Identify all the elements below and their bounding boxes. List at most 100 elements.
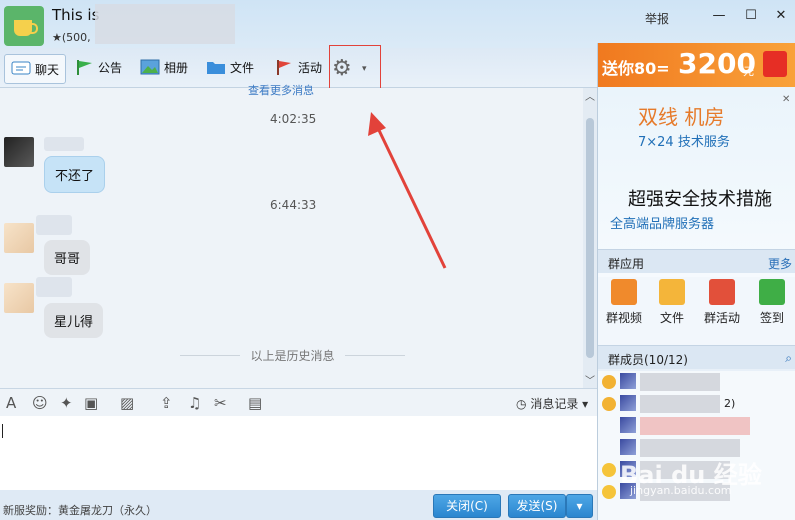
right-panel: 送你80= 3200 元 双线 机房 7×24 技术服务 超强安全技术措施 全高… [597,43,795,520]
group-apps-header: 群应用 更多 [598,249,795,273]
sender-avatar[interactable] [4,283,34,313]
maximize-button[interactable]: ☐ [740,8,762,26]
chat-message-area[interactable] [0,88,583,388]
chat-scrollbar[interactable]: ︿ ﹀ [583,88,597,388]
app-label: 签到 [759,311,784,325]
tab-album[interactable]: 相册 [140,58,188,76]
app-label: 文件 [659,311,684,325]
image-icon[interactable]: ▨ [120,394,134,412]
sender-avatar[interactable] [4,223,34,253]
star-icon [602,485,616,499]
baidu-watermark-url: jingyan.baidu.com [630,484,732,497]
tab-album-label: 相册 [164,60,189,75]
member-partial-text: 2) [724,397,736,410]
app-sign-in[interactable]: 签到 [750,279,794,326]
reward-notice[interactable]: 新服奖励：黄金屠龙刀（永久） [3,502,157,518]
app-label: 群活动 [703,311,740,325]
message-timestamp: 6:44:33 [270,198,317,212]
redacted-sender-name [36,277,72,297]
star-icon [602,463,616,477]
album-icon [140,59,160,75]
scroll-down-icon[interactable]: ﹀ [585,372,595,387]
group-members-title: 群成员(10/12) [608,353,688,367]
input-toolbar: A ☺ ✦ ▣ ▨ ⇪ ♫ ✂ ▤ ◷ 消息记录 ▾ [0,388,597,416]
clock-icon: ◷ [516,397,527,411]
group-subtitle: ★(500, [52,31,91,44]
owner-icon [602,375,616,389]
minimize-button[interactable]: — [708,8,730,26]
redacted-member [640,373,720,391]
music-icon[interactable]: ♫ [188,394,201,412]
tab-announcement[interactable]: 公告 [74,58,122,76]
ad-top-unit: 元 [743,65,754,78]
group-apps-more-link[interactable]: 更多 [768,255,792,272]
close-button[interactable]: 关闭(C) [433,494,501,518]
tab-files-label: 文件 [230,60,255,75]
tab-chat[interactable]: 聊天 [4,54,67,84]
send-options-caret[interactable]: ▾ [566,494,593,518]
tab-announcement-label: 公告 [98,60,123,75]
tab-files[interactable]: 文件 [206,58,254,76]
app-label: 群视频 [605,311,642,325]
admin-icon [602,397,616,411]
chat-icon [11,61,31,75]
font-icon[interactable]: A [6,394,16,412]
message-bubble: 星儿得 [44,303,104,338]
group-members-list[interactable]: 2) [598,371,795,520]
app-files[interactable]: 文件 [650,279,694,326]
message-bubble: 不还了 [44,156,106,193]
app-group-activity[interactable]: 群活动 [700,279,744,326]
folder-icon [207,62,225,74]
group-avatar[interactable] [4,6,44,46]
ad-headline: 双线 机房 [638,105,725,129]
ad-service: 7×24 技术服务 [638,135,730,150]
sender-avatar[interactable] [4,137,34,167]
member-avatar [620,395,636,411]
tab-activity-label: 活动 [298,60,323,75]
redacted-member [640,395,720,413]
flag-red-icon [277,60,291,75]
cup-icon [14,20,38,36]
report-link[interactable]: 举报 [645,10,669,27]
send-button[interactable]: 发送(S) [508,494,566,518]
member-row[interactable] [602,417,792,439]
magic-icon[interactable]: ✦ [60,394,73,412]
member-row[interactable] [602,373,792,395]
message-input[interactable] [0,416,597,490]
member-avatar [620,417,636,433]
screen-icon[interactable]: ▤ [248,394,262,412]
ad-top-text: 送你80= [602,59,670,78]
scroll-up-icon[interactable]: ︿ [585,88,595,103]
redacted-sender-name [36,215,72,235]
message-history-caret: ▾ [582,397,589,411]
activity-icon [709,279,735,305]
view-more-messages-link[interactable]: 查看更多消息 [248,82,314,98]
camera-icon [611,279,637,305]
group-apps: 群视频 文件 群活动 签到 [598,277,795,347]
title-bar: This is ★(500, 举报 — ☐ ✕ [0,0,795,48]
redacted-sender-name [44,137,84,151]
message-history-label: 消息记录 [530,397,579,411]
ad-banner-top[interactable]: 送你80= 3200 元 [598,43,795,87]
gift-icon[interactable]: ▣ [84,394,98,412]
member-row[interactable]: 2) [602,395,792,417]
flag-green-icon [77,60,92,75]
emoji-icon[interactable]: ☺ [32,394,48,412]
group-name: This is [52,6,100,24]
message-timestamp: 4:02:35 [270,112,317,126]
group-members-header: 群成员(10/12) ⌕ [598,345,795,369]
scissors-icon[interactable]: ✂ [214,394,227,412]
upload-icon[interactable]: ⇪ [160,394,173,412]
history-separator: 以上是历史消息 [180,347,405,364]
ad-security: 超强安全技术措施 [628,189,772,210]
member-search-icon[interactable]: ⌕ [785,351,792,366]
app-group-video[interactable]: 群视频 [602,279,646,326]
ad-close-icon[interactable]: ✕ [782,94,790,105]
message-history-button[interactable]: ◷ 消息记录 ▾ [516,395,588,412]
group-apps-title: 群应用 [608,257,645,271]
close-window-button[interactable]: ✕ [770,8,792,26]
scroll-thumb[interactable] [586,118,594,358]
red-envelope-icon [763,51,787,77]
text-cursor [2,424,3,438]
tab-activity[interactable]: 活动 [274,58,322,76]
